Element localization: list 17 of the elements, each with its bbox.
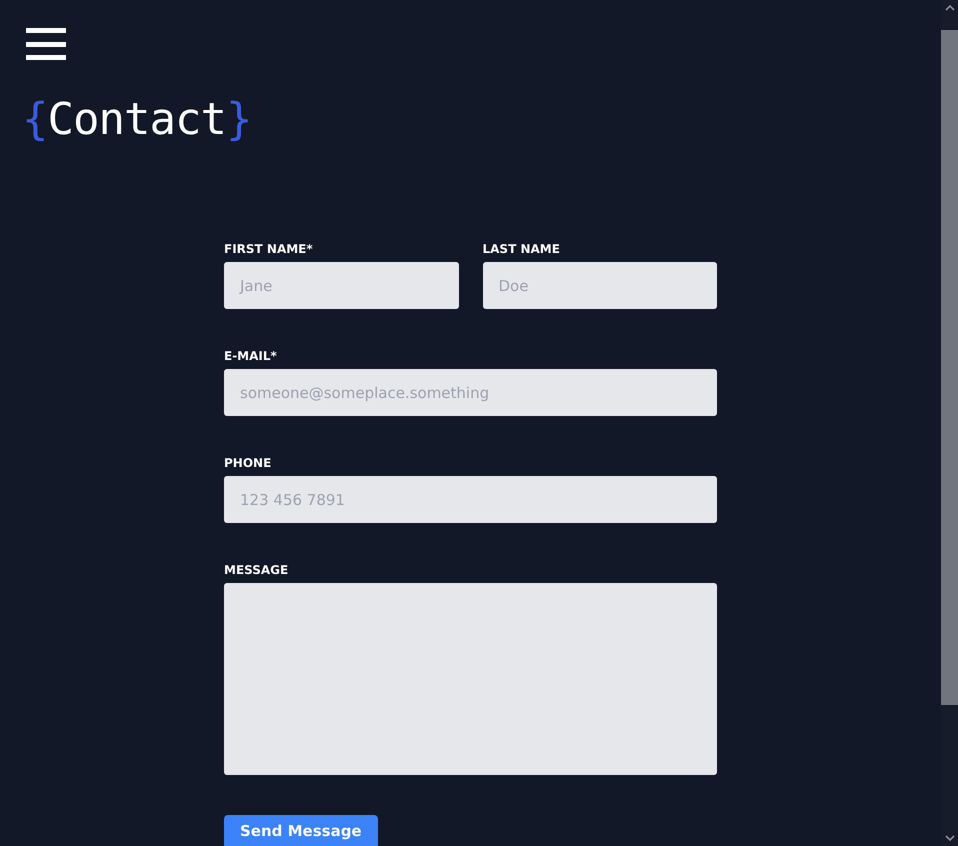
input-field[interactable]: Jane (224, 262, 458, 309)
field-label: MESSAGE (224, 563, 290, 577)
menu-button[interactable] (26, 28, 66, 60)
scroll-thumb[interactable] (941, 30, 958, 705)
input-field[interactable]: someone@someplace.something (224, 369, 717, 416)
field-label: FIRST NAME* (224, 242, 314, 256)
scroll-up-icon[interactable] (944, 3, 954, 13)
field-label: E-MAIL* (224, 349, 278, 363)
scrollbar[interactable] (941, 0, 958, 846)
input-field[interactable]: Doe (482, 262, 717, 309)
page-title: {Contact} (22, 98, 252, 142)
field-label: LAST NAME (482, 242, 561, 256)
input-field[interactable]: 123 456 7891 (224, 476, 717, 523)
field-label: PHONE (224, 456, 272, 470)
message-field[interactable] (224, 583, 717, 775)
scroll-down-icon[interactable] (944, 833, 954, 843)
send-button[interactable]: Send Message (224, 815, 378, 846)
